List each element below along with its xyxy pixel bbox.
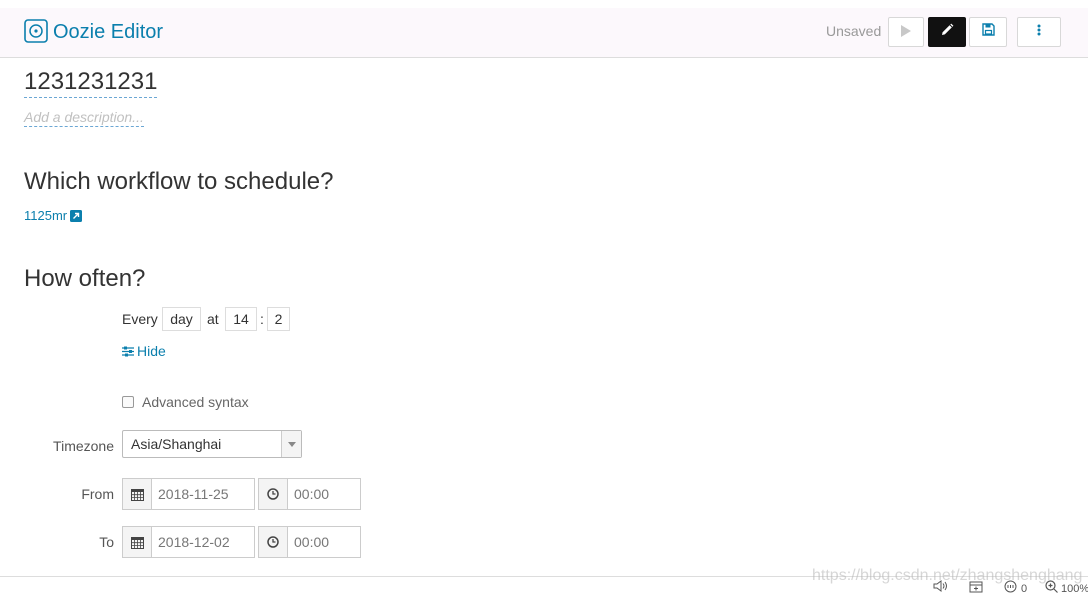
app-title: Oozie Editor xyxy=(53,21,164,43)
at-label: at xyxy=(207,311,219,327)
to-label: To xyxy=(99,534,114,550)
zoom-in-icon xyxy=(1045,580,1058,597)
advanced-syntax-checkbox[interactable] xyxy=(122,396,134,408)
oozie-logo-icon xyxy=(24,19,48,43)
advanced-syntax-option[interactable]: Advanced syntax xyxy=(122,393,249,411)
timezone-value: Asia/Shanghai xyxy=(131,436,222,452)
workflow-heading: Which workflow to schedule? xyxy=(24,168,334,195)
save-button[interactable] xyxy=(969,17,1007,47)
to-datetime: 2018-12-02 00:00 xyxy=(122,526,361,558)
from-date-input[interactable]: 2018-11-25 xyxy=(152,478,255,510)
shield-icon xyxy=(1004,580,1018,597)
zoom-level: 100% xyxy=(1061,582,1088,595)
sliders-icon xyxy=(122,343,134,361)
frequency-heading: How often? xyxy=(24,265,146,292)
timezone-select[interactable]: Asia/Shanghai xyxy=(122,430,302,458)
time-separator: : xyxy=(260,311,264,327)
calendar-icon xyxy=(122,526,152,558)
blocked-count-value: 0 xyxy=(1021,582,1028,595)
timezone-label: Timezone xyxy=(53,438,114,454)
play-icon xyxy=(900,24,912,41)
clock-icon xyxy=(258,526,288,558)
minute-select[interactable]: 2 xyxy=(267,307,290,331)
workflow-link[interactable]: 1125mr xyxy=(24,207,83,227)
clock-icon xyxy=(258,478,288,510)
chevron-down-icon xyxy=(281,431,301,457)
blocked-count[interactable]: 0 xyxy=(1004,580,1027,597)
calendar-icon xyxy=(122,478,152,510)
pencil-icon xyxy=(940,23,954,42)
coordinator-description[interactable]: Add a description... xyxy=(24,109,144,127)
coordinator-name[interactable]: 1231231231 xyxy=(24,68,158,98)
to-time-input[interactable]: 00:00 xyxy=(288,526,361,558)
play-button[interactable] xyxy=(888,17,924,47)
more-vertical-icon xyxy=(1037,23,1041,41)
edit-button[interactable] xyxy=(928,17,966,47)
zoom-control[interactable]: 100% xyxy=(1045,580,1088,597)
from-label: From xyxy=(81,486,114,502)
hide-link-label: Hide xyxy=(137,343,166,359)
to-date-input[interactable]: 2018-12-02 xyxy=(152,526,255,558)
save-icon xyxy=(981,23,995,41)
from-datetime: 2018-11-25 00:00 xyxy=(122,478,361,510)
external-link-icon xyxy=(70,209,83,227)
hide-options-link[interactable]: Hide xyxy=(122,342,166,361)
hour-select[interactable]: 14 xyxy=(225,307,257,331)
editor-header: Oozie Editor Unsaved xyxy=(0,8,1088,58)
frequency-unit-select[interactable]: day xyxy=(162,307,201,331)
from-time-input[interactable]: 00:00 xyxy=(288,478,361,510)
more-actions-button[interactable] xyxy=(1017,17,1061,47)
save-status: Unsaved xyxy=(826,23,882,39)
volume-icon[interactable] xyxy=(933,580,949,592)
advanced-syntax-label: Advanced syntax xyxy=(142,394,249,410)
workflow-link-label: 1125mr xyxy=(24,208,68,223)
every-label: Every xyxy=(122,311,158,327)
add-window-icon[interactable] xyxy=(969,580,983,593)
